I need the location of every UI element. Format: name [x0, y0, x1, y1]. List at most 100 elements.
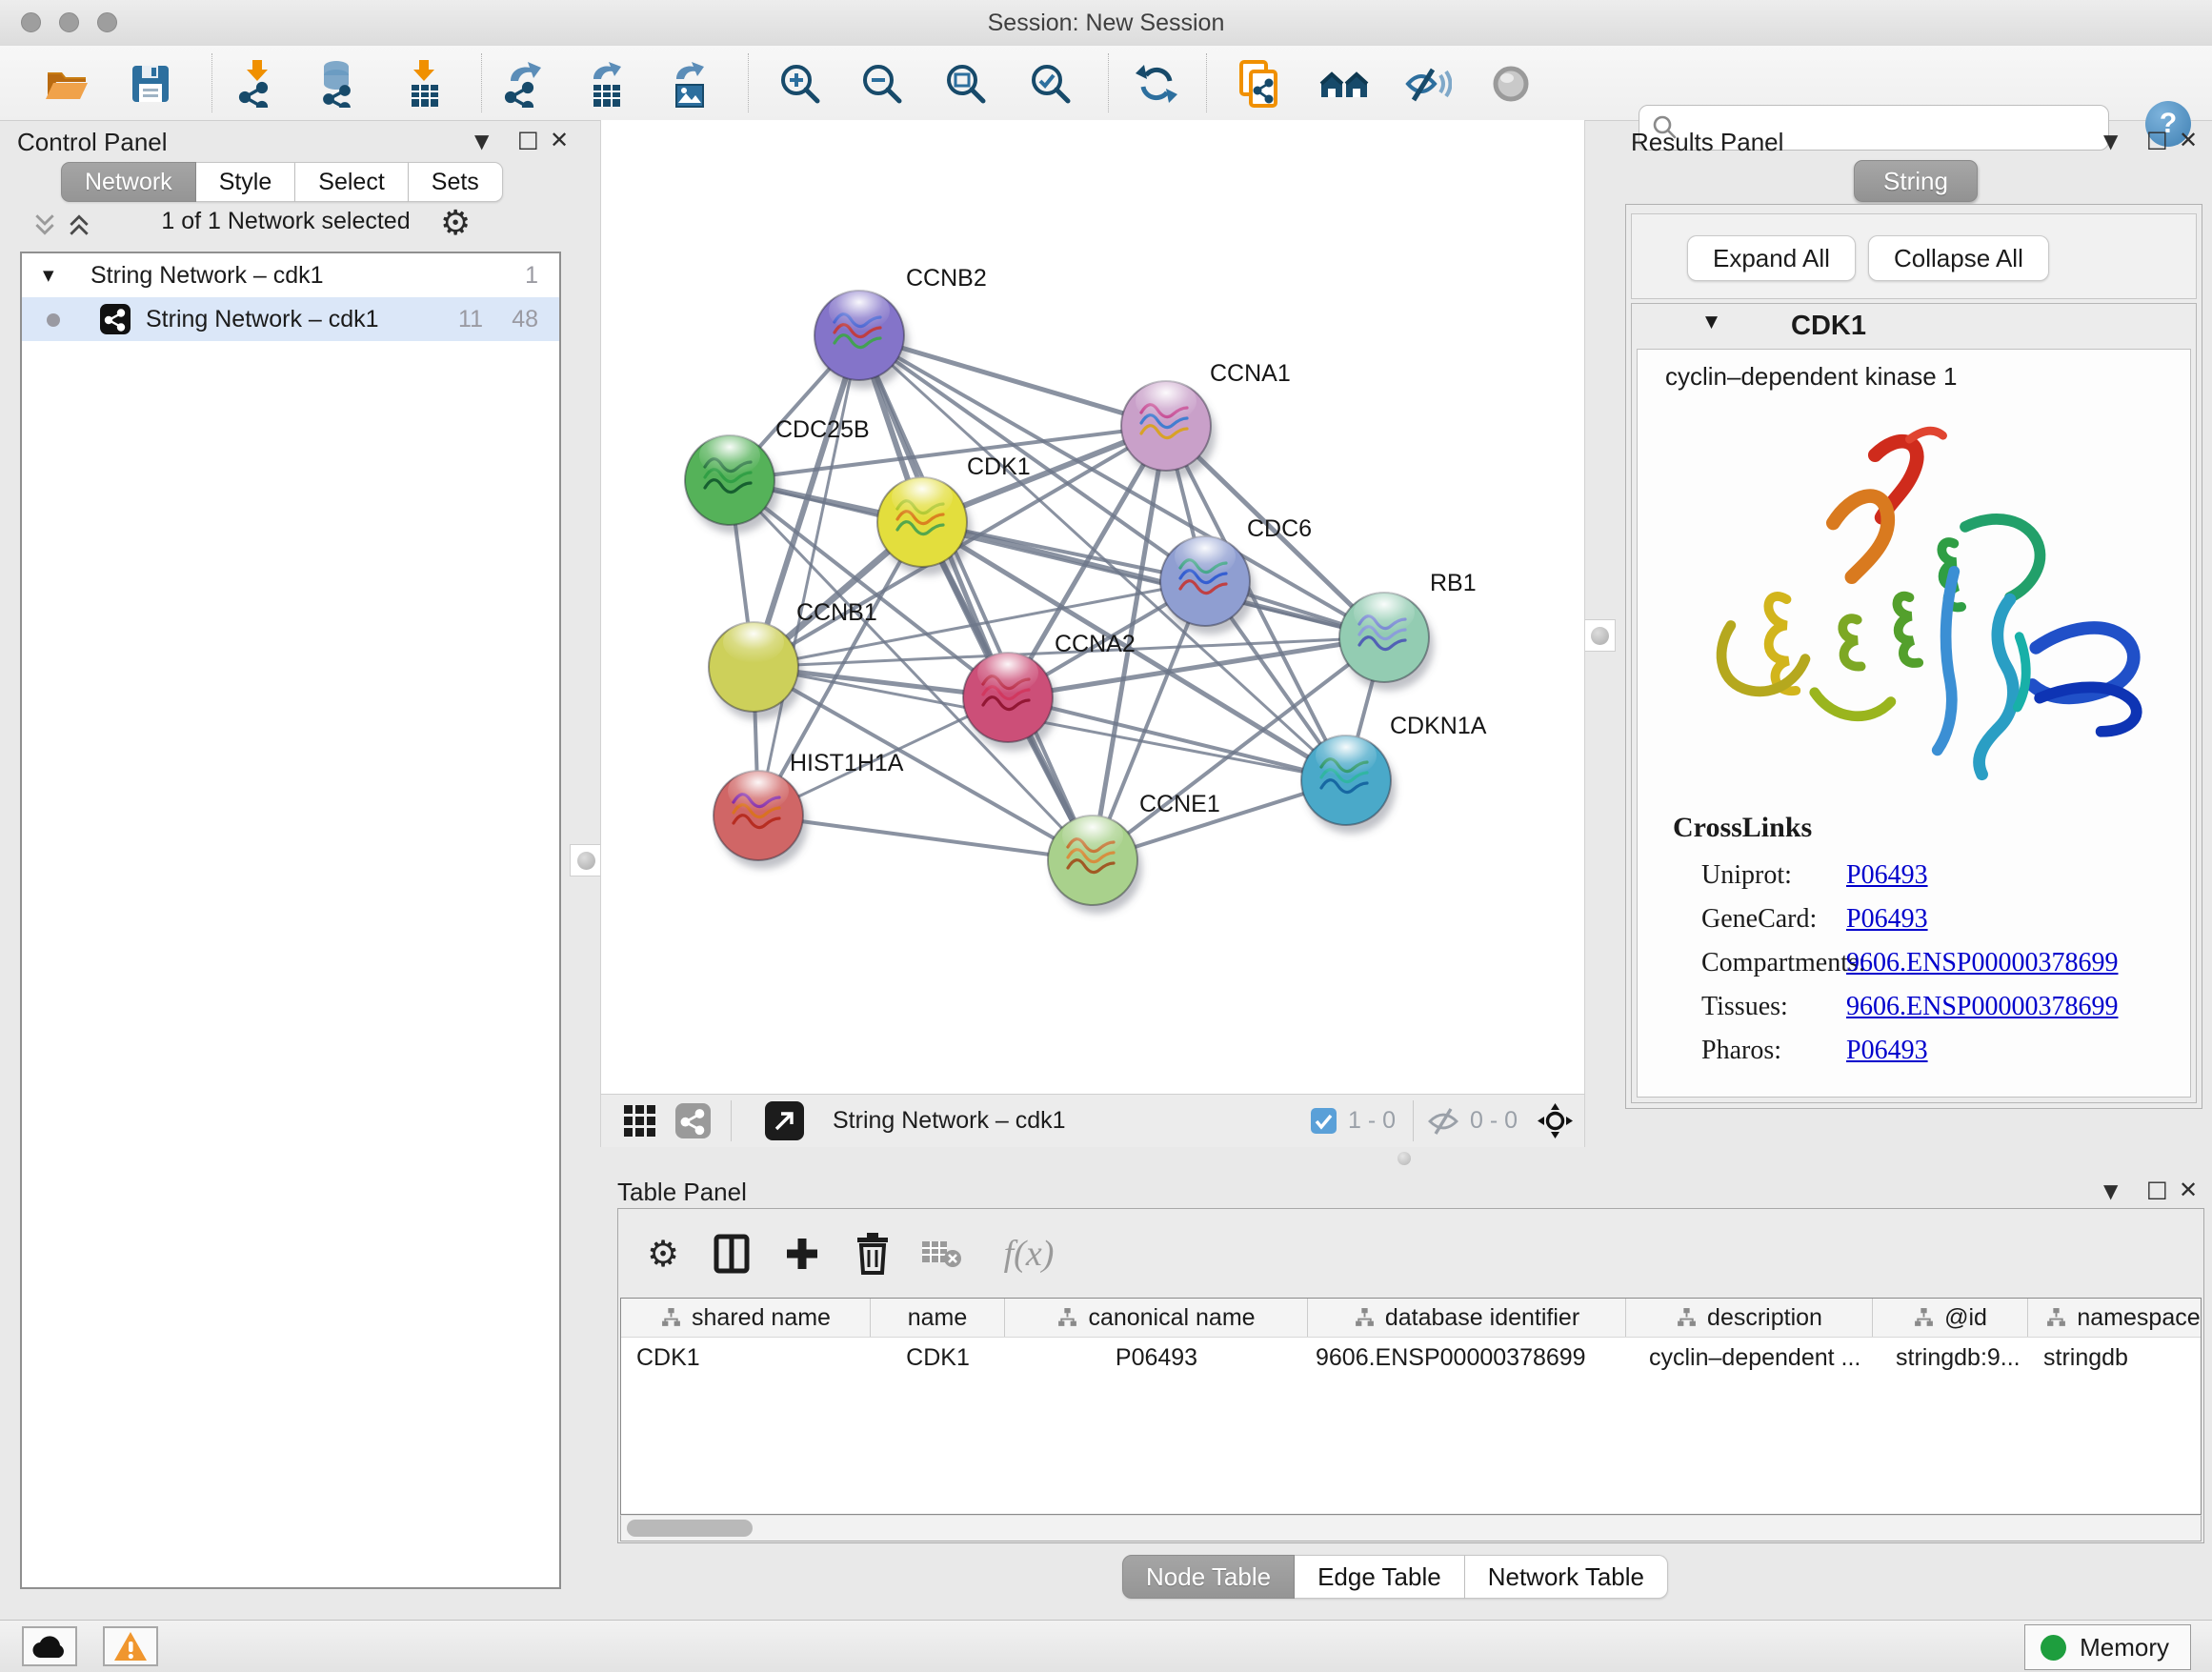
table-panel-collapse-icon[interactable]: ▼	[2103, 1179, 2118, 1202]
crosslink-value-link[interactable]: 9606.ENSP00000378699	[1846, 985, 2118, 1029]
network-node-ccnb1[interactable]: CCNB1	[709, 599, 877, 720]
network-edge[interactable]	[859, 335, 1093, 860]
table-cell[interactable]: CDK1	[621, 1344, 871, 1372]
hidden-eye-slash-icon[interactable]	[1426, 1107, 1461, 1136]
network-share-view-icon[interactable]	[675, 1103, 711, 1138]
delete-column-trash-icon[interactable]	[846, 1227, 899, 1280]
zoom-selected-icon[interactable]	[1024, 59, 1077, 109]
zoom-fit-icon[interactable]	[939, 59, 993, 109]
tab-select[interactable]: Select	[295, 162, 408, 202]
tab-network-table[interactable]: Network Table	[1465, 1555, 1668, 1599]
crosslink-value-link[interactable]: 9606.ENSP00000378699	[1846, 941, 2118, 985]
memory-button[interactable]: Memory	[2024, 1624, 2191, 1670]
cdk1-group-header[interactable]: ▼ CDK1	[1631, 303, 2197, 349]
cdk1-collapse-icon[interactable]: ▼	[1705, 312, 1718, 332]
network-collection-row[interactable]: ▼ String Network – cdk1 1	[22, 253, 559, 297]
network-node-ccne1[interactable]: CCNE1	[1048, 791, 1220, 914]
crosslink-value-link[interactable]: P06493	[1846, 854, 1928, 897]
table-cell[interactable]: stringdb:9...	[1873, 1344, 2028, 1372]
network-node-ccna1[interactable]: CCNA1	[1121, 360, 1291, 479]
grid-view-icon[interactable]	[624, 1105, 655, 1137]
network-node-cdc6[interactable]: CDC6	[1160, 515, 1312, 635]
import-table-icon[interactable]	[398, 59, 452, 109]
network-options-gear-icon[interactable]: ⚙	[440, 204, 471, 243]
bird-eye-view-icon[interactable]	[1484, 59, 1538, 109]
table-settings-gear-icon[interactable]: ⚙	[636, 1227, 690, 1280]
column-header-namespace[interactable]: namespace	[2028, 1299, 2202, 1337]
refresh-layout-icon[interactable]	[1130, 59, 1183, 109]
network-node-cdkn1a[interactable]: CDKN1A	[1301, 713, 1487, 834]
column-header-canonical-name[interactable]: canonical name	[1005, 1299, 1308, 1337]
column-header-database-identifier[interactable]: database identifier	[1308, 1299, 1626, 1337]
column-header-name[interactable]: name	[871, 1299, 1005, 1337]
function-builder-icon[interactable]: f(x)	[981, 1227, 1076, 1280]
tab-string[interactable]: String	[1854, 160, 1978, 202]
import-network-icon[interactable]	[231, 59, 285, 109]
network-edge[interactable]	[758, 335, 859, 816]
node-table[interactable]: shared namenamecanonical namedatabase id…	[620, 1298, 2202, 1515]
control-panel-float-icon[interactable]: □	[517, 126, 539, 152]
collapse-all-button[interactable]: Collapse All	[1868, 235, 2049, 281]
results-panel-float-icon[interactable]: □	[2146, 126, 2168, 152]
export-table-icon[interactable]	[580, 59, 633, 109]
horizontal-splitter-handle[interactable]	[1398, 1152, 1411, 1165]
selected-checkbox-icon[interactable]	[1311, 1108, 1337, 1134]
control-panel-close-icon[interactable]: ✕	[550, 127, 569, 153]
results-panel-close-icon[interactable]: ✕	[2179, 127, 2198, 153]
network-node-hist1h1a[interactable]: HIST1H1A	[714, 750, 904, 869]
zoom-in-icon[interactable]	[774, 59, 827, 109]
collection-expand-icon[interactable]: ▼	[43, 253, 54, 297]
first-neighbors-icon[interactable]	[1317, 59, 1371, 109]
table-panel-float-icon[interactable]: □	[2146, 1176, 2168, 1202]
network-node-ccnb2[interactable]: CCNB2	[814, 265, 987, 389]
tab-node-table[interactable]: Node Table	[1122, 1555, 1295, 1599]
export-network-icon[interactable]	[497, 59, 551, 109]
network-node-cdk1[interactable]: CDK1	[877, 453, 1031, 575]
table-row[interactable]: CDK1CDK1P064939606.ENSP00000378699cyclin…	[621, 1338, 2201, 1378]
export-image-icon[interactable]	[663, 59, 716, 109]
crosslink-value-link[interactable]: P06493	[1846, 897, 1928, 941]
control-panel-collapse-icon[interactable]: ▼	[474, 130, 489, 152]
open-session-icon[interactable]	[40, 59, 93, 109]
tab-network[interactable]: Network	[61, 162, 196, 202]
title-bar: Session: New Session	[0, 0, 2212, 47]
table-cell[interactable]: 9606.ENSP00000378699	[1308, 1344, 1626, 1372]
column-header--id[interactable]: @id	[1873, 1299, 2028, 1337]
table-panel-close-icon[interactable]: ✕	[2179, 1177, 2198, 1203]
right-splitter-handle[interactable]	[1583, 619, 1616, 652]
show-hide-graphics-icon[interactable]	[1401, 59, 1455, 109]
table-cell[interactable]: cyclin–dependent ...	[1626, 1344, 1873, 1372]
warning-status-icon[interactable]	[103, 1626, 158, 1666]
gene-description: cyclin–dependent kinase 1	[1665, 362, 1957, 392]
network-edge[interactable]	[922, 522, 1384, 637]
show-columns-icon[interactable]	[705, 1227, 758, 1280]
scrollbar-thumb[interactable]	[627, 1520, 753, 1537]
expand-all-button[interactable]: Expand All	[1687, 235, 1856, 281]
table-cell[interactable]: stringdb	[2028, 1344, 2202, 1372]
results-panel-collapse-icon[interactable]: ▼	[2103, 130, 2118, 152]
crosslink-value-link[interactable]: P06493	[1846, 1029, 1928, 1073]
table-cell[interactable]: CDK1	[871, 1344, 1005, 1372]
network-edge[interactable]	[758, 816, 1093, 860]
window-title: Session: New Session	[0, 0, 2212, 46]
tab-sets[interactable]: Sets	[409, 162, 503, 202]
open-in-window-icon[interactable]	[765, 1101, 804, 1140]
column-header-description[interactable]: description	[1626, 1299, 1873, 1337]
network-node-rb1[interactable]: RB1	[1339, 570, 1477, 691]
left-splitter-handle[interactable]	[570, 844, 602, 876]
zoom-out-icon[interactable]	[855, 59, 909, 109]
network-canvas[interactable]: CCNB2CCNA1CDC25BCDK1CDC6RB1CCNB1CCNA2CDK…	[600, 120, 1585, 1094]
clone-network-icon[interactable]	[1233, 59, 1286, 109]
fit-selected-crosshair-icon[interactable]	[1537, 1102, 1574, 1139]
tab-style[interactable]: Style	[196, 162, 296, 202]
tab-edge-table[interactable]: Edge Table	[1295, 1555, 1465, 1599]
save-session-icon[interactable]	[124, 59, 177, 109]
cloud-status-icon[interactable]	[22, 1626, 77, 1666]
table-horizontal-scrollbar[interactable]	[620, 1515, 2202, 1541]
column-header-shared-name[interactable]: shared name	[621, 1299, 871, 1337]
import-database-icon[interactable]	[312, 59, 365, 109]
network-row[interactable]: String Network – cdk1 11 48	[22, 297, 559, 341]
table-cell[interactable]: P06493	[1005, 1344, 1308, 1372]
crosslink-label: GeneCard:	[1701, 897, 1817, 941]
add-column-icon[interactable]	[775, 1227, 829, 1280]
